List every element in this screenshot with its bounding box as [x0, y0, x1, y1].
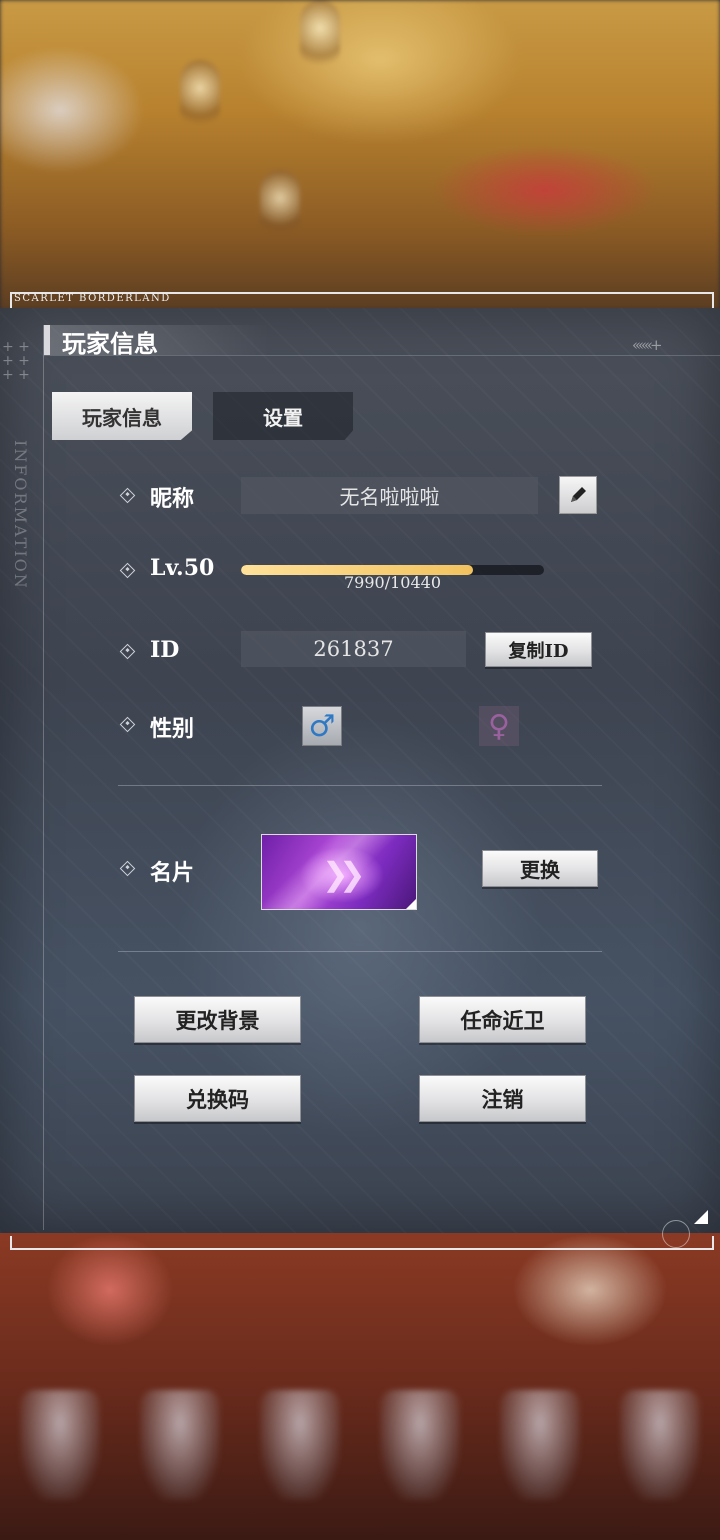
background-scene-top: [0, 0, 720, 310]
chevrons-decoration-icon: ‹‹‹‹‹‹+: [632, 336, 663, 354]
plus-decoration-icon: + + + + + +: [2, 339, 30, 383]
change-card-button[interactable]: 更换: [482, 850, 598, 887]
female-symbol-icon: ♀: [488, 708, 510, 744]
side-vertical-text: INFORMATION: [11, 440, 30, 590]
section-divider: [118, 785, 602, 786]
side-line: [43, 325, 44, 1230]
level-label: Lv.50: [150, 555, 215, 581]
male-gender-button[interactable]: ♂: [302, 706, 342, 746]
copy-id-button[interactable]: 复制ID: [485, 632, 592, 667]
card-chevron-art: ❯❯: [322, 855, 366, 893]
nickname-label: 昵称: [150, 486, 195, 512]
panel-frame-bottom: [10, 1236, 714, 1250]
xp-text: 7990/10440: [343, 573, 441, 592]
appoint-guard-button[interactable]: 任命近卫: [419, 996, 586, 1043]
pencil-icon: [571, 487, 586, 502]
player-info-panel: [0, 308, 720, 1233]
female-gender-button[interactable]: ♀: [479, 706, 519, 746]
male-symbol-icon: ♂: [308, 708, 336, 744]
tab-player-info[interactable]: 玩家信息: [52, 392, 192, 440]
logout-button[interactable]: 注销: [419, 1075, 586, 1122]
redeem-code-button[interactable]: 兑换码: [134, 1075, 301, 1122]
gender-label: 性别: [150, 716, 195, 742]
background-menu-icons: [0, 1390, 720, 1510]
section-divider: [118, 951, 602, 952]
name-card-label: 名片: [150, 860, 195, 886]
brand-label: SCARLET BORDERLAND: [14, 293, 171, 304]
nickname-field[interactable]: 无名啦啦啦: [241, 477, 538, 514]
name-card-preview[interactable]: ❯❯: [261, 834, 417, 910]
id-label: ID: [150, 637, 180, 663]
page-title: 玩家信息: [62, 329, 158, 358]
corner-triangle-icon: [694, 1210, 708, 1224]
change-background-button[interactable]: 更改背景: [134, 996, 301, 1043]
edit-nickname-button[interactable]: [559, 476, 597, 514]
title-divider: [44, 355, 720, 356]
player-id-field: 261837: [241, 631, 466, 667]
tab-settings[interactable]: 设置: [213, 392, 353, 440]
